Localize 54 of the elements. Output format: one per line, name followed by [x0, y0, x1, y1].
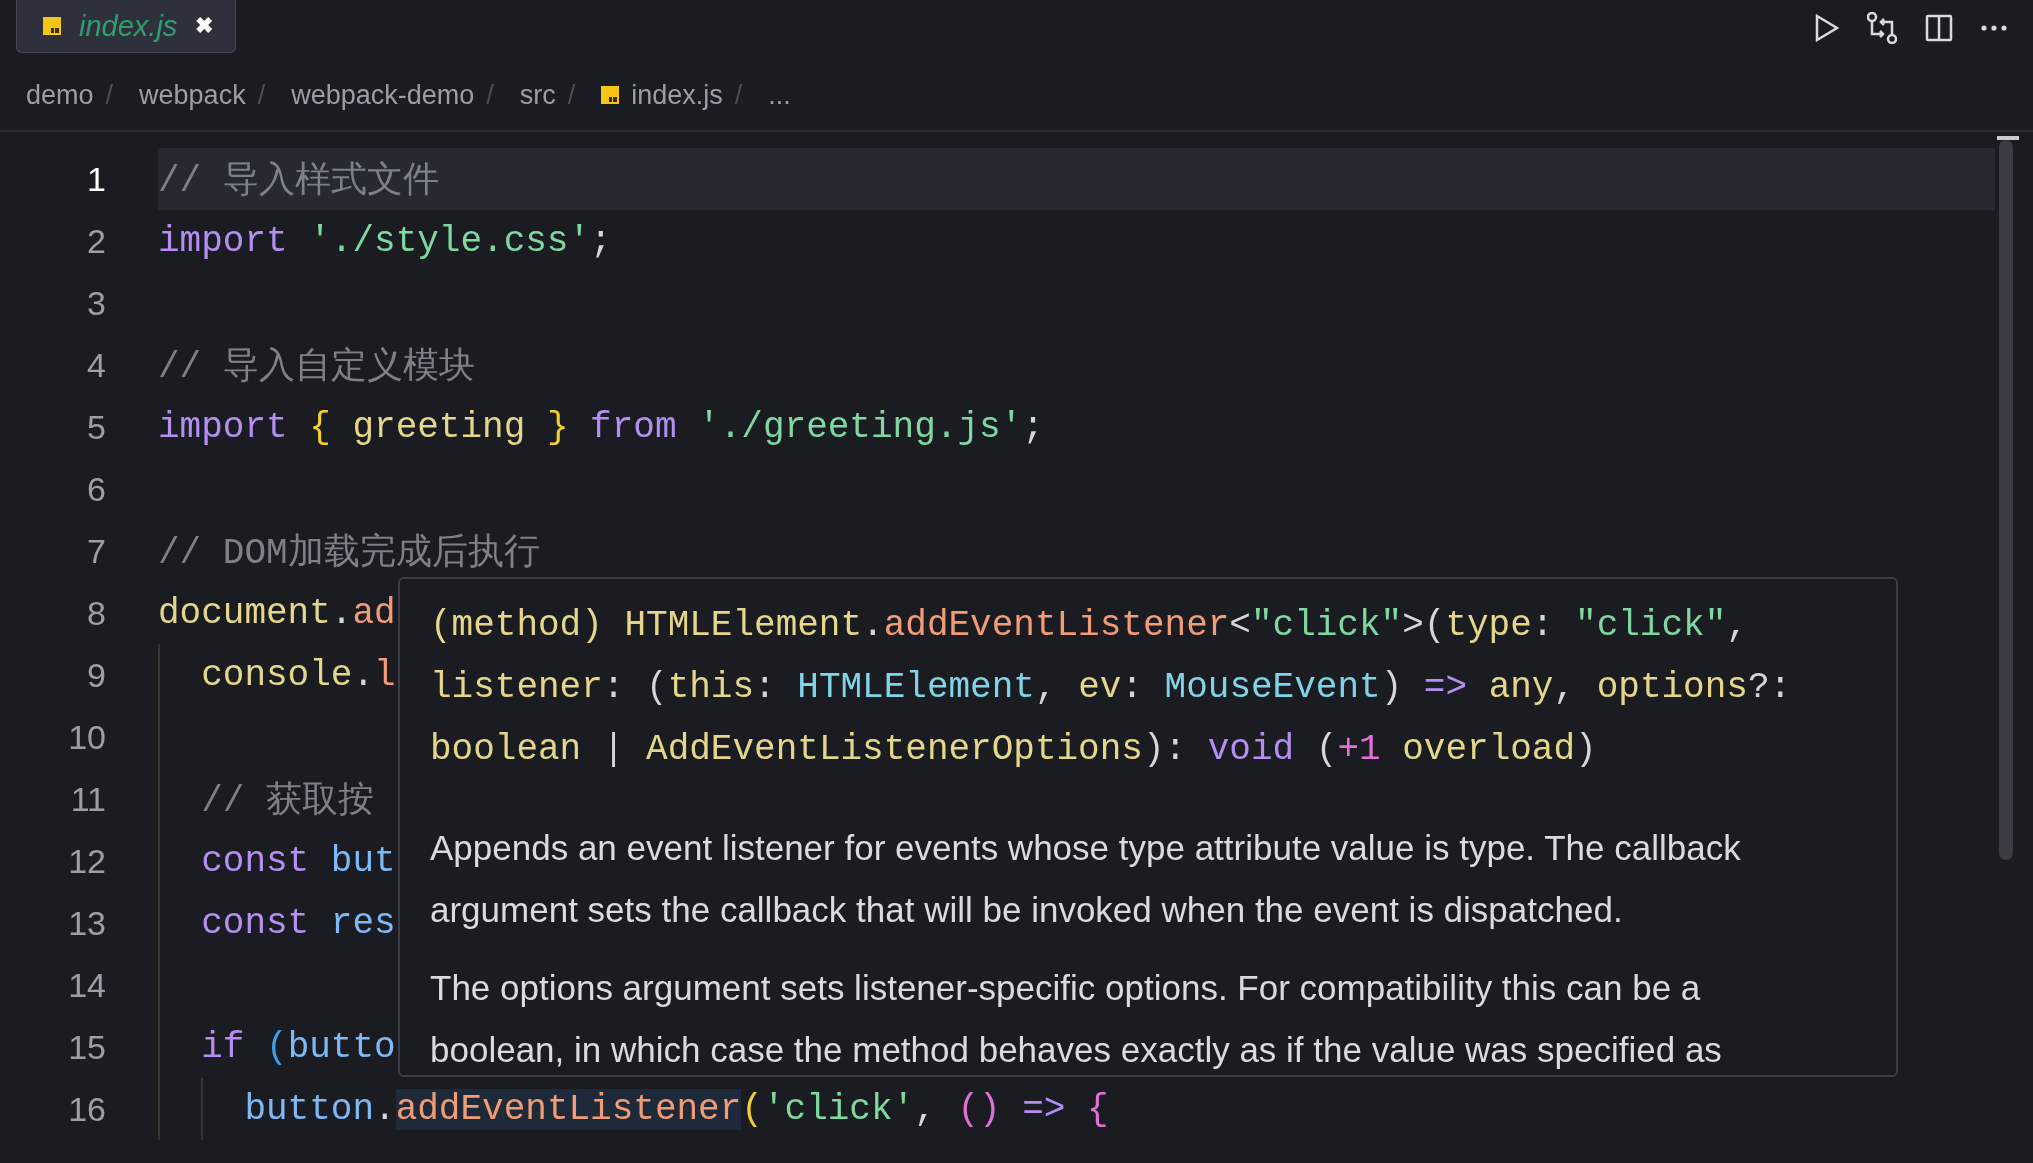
- run-icon[interactable]: [1815, 14, 1839, 42]
- split-editor-icon[interactable]: [1925, 14, 1953, 42]
- breadcrumb-item[interactable]: src: [519, 79, 556, 111]
- code-line: // 导入自定义模块: [158, 345, 475, 390]
- code-line: // 获取按: [200, 779, 375, 824]
- code-line: button.addEventListener('click', () => {: [243, 1088, 1109, 1130]
- breadcrumb-more[interactable]: ...: [768, 79, 791, 111]
- code-line: // 导入样式文件: [158, 159, 439, 204]
- breadcrumb-separator: /: [257, 79, 266, 111]
- overview-ruler-mark: [1997, 136, 2019, 140]
- code-line: document.ad: [158, 592, 396, 634]
- line-number: 12: [67, 841, 106, 881]
- file-icon: [601, 86, 620, 104]
- line-number: 1: [86, 159, 106, 199]
- code-line: const but: [200, 840, 396, 882]
- line-number: 7: [86, 531, 106, 571]
- line-number: 8: [86, 593, 106, 633]
- breadcrumb-separator: /: [105, 79, 114, 111]
- code-line: import './style.css';: [158, 220, 612, 262]
- line-number: 6: [86, 469, 106, 509]
- line-number: 15: [67, 1027, 106, 1067]
- close-icon[interactable]: ✖: [195, 13, 214, 39]
- breadcrumb-item[interactable]: webpack-demo: [291, 79, 475, 111]
- breadcrumb-separator: /: [567, 79, 576, 111]
- code-line: // DOM加载完成后执行: [158, 531, 540, 576]
- line-number: 14: [67, 965, 106, 1005]
- line-number: 2: [86, 221, 106, 261]
- scrollbar-thumb[interactable]: [1999, 140, 2013, 860]
- file-icon: [43, 17, 61, 35]
- compare-changes-icon[interactable]: [1867, 12, 1897, 44]
- signature-line: listener: (this: HTMLElement, ev: MouseEvent) => any, options?:: [430, 666, 1793, 710]
- editor-tab[interactable]: index.js ✖: [16, 0, 237, 53]
- signature-line: (method) HTMLElement.addEventListener<"click">(type: "click",: [430, 604, 1749, 648]
- code-line: console.l: [200, 654, 396, 696]
- line-number: 13: [67, 903, 106, 943]
- line-number: 9: [86, 655, 106, 695]
- documentation-text: Appends an event listener for events whose type attribute value is type. The callback argument sets the callback that will be invoked when the event is dispatched.: [430, 827, 1742, 931]
- code-line: const res: [200, 902, 396, 944]
- line-number: 3: [86, 283, 106, 323]
- line-number: 10: [67, 717, 106, 757]
- more-icon[interactable]: [1981, 25, 2007, 31]
- line-number: 16: [67, 1089, 106, 1129]
- signature-line: boolean | AddEventListenerOptions): void (+1 overload): [430, 728, 1598, 772]
- line-number: 4: [86, 345, 106, 385]
- line-number: 11: [69, 779, 106, 819]
- documentation-text: The options argument sets listener-specific options. For compatibility this can be a boolean, in which case the method behaves exactly as if the value was specified as: [430, 967, 1723, 1071]
- breadcrumb-item[interactable]: webpack: [139, 79, 246, 111]
- code-line: if (butto: [200, 1026, 396, 1068]
- code-line: import { greeting } from './greeting.js';: [158, 406, 1044, 448]
- breadcrumb-item[interactable]: demo: [26, 79, 94, 111]
- breadcrumb-separator: /: [734, 79, 743, 111]
- breadcrumb-item[interactable]: index.js: [631, 79, 723, 111]
- breadcrumb-separator: /: [486, 79, 494, 111]
- line-number: 5: [86, 407, 106, 447]
